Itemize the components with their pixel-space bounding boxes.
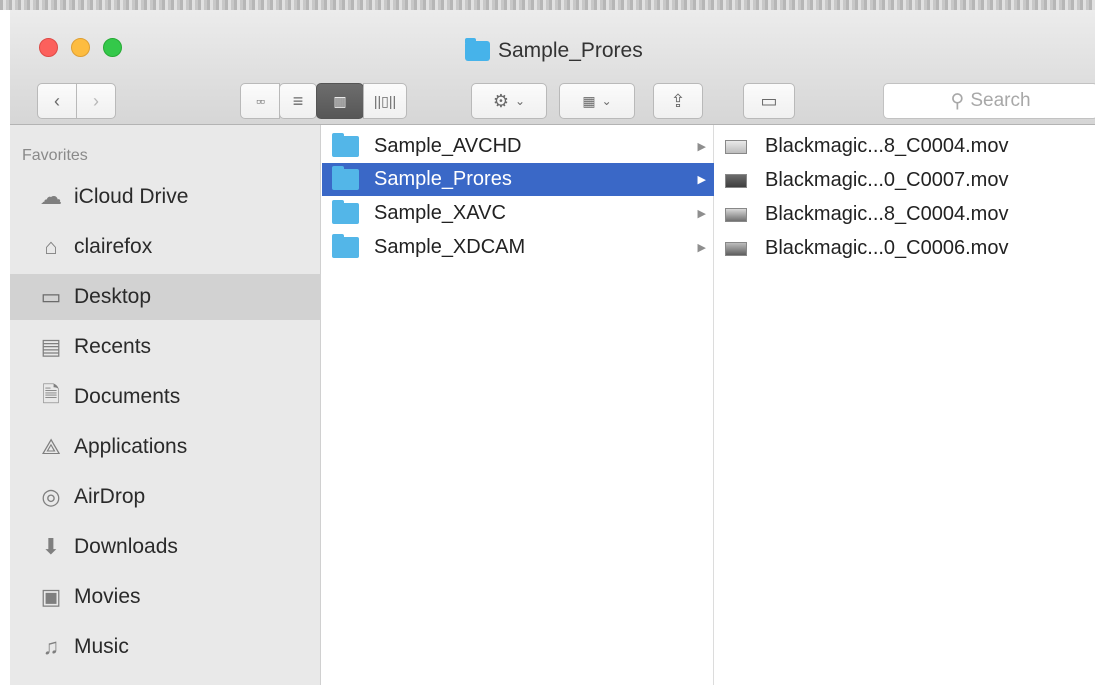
video-file-icon	[725, 139, 747, 154]
file-row[interactable]: Blackmagic...8_C0004.mov	[725, 198, 1090, 231]
folder-icon	[332, 200, 359, 224]
folder-row-sample-xdcam[interactable]: Sample_XDCAM ▶	[332, 231, 714, 264]
folder-name: Sample_Prores	[374, 168, 512, 190]
close-button[interactable]	[39, 38, 58, 57]
list-icon: ≡	[292, 90, 304, 111]
file-name: Blackmagic...0_C0006.mov	[765, 237, 1009, 259]
share-icon: ⇪	[670, 90, 686, 111]
gear-icon: ⚙	[492, 90, 510, 111]
folder-row-sample-xavc[interactable]: Sample_XAVC ▶	[332, 197, 714, 230]
sidebar-item-label: Recents	[74, 335, 152, 358]
folder-name: Sample_XAVC	[374, 202, 506, 224]
folder-icon	[332, 234, 359, 258]
disclosure-arrow-icon: ▶	[697, 174, 706, 186]
sidebar-item-label: Documents	[74, 385, 181, 408]
disclosure-arrow-icon: ▶	[697, 141, 706, 153]
folder-column: Sample_AVCHD ▶ Sample_Prores ▶ Sample_XA…	[322, 125, 714, 685]
folder-row-sample-prores[interactable]: Sample_Prores ▶	[322, 163, 714, 196]
sidebar-item-label: clairefox	[74, 235, 153, 258]
search-icon: ⚲	[950, 90, 965, 112]
chevron-right-icon: ›	[93, 90, 99, 111]
search-placeholder: Search	[970, 90, 1031, 111]
sidebar-item-music[interactable]: ♫ Music	[10, 624, 321, 670]
minimize-button[interactable]	[71, 38, 90, 57]
desktop-icon: ▭	[40, 284, 62, 309]
window-title-text: Sample_Prores	[498, 39, 643, 62]
cover-flow-icon: ||▯||	[373, 92, 397, 109]
sidebar-section-label: Favorites	[22, 147, 88, 164]
file-name: Blackmagic...0_C0007.mov	[765, 169, 1009, 191]
list-view-button[interactable]: ≡	[279, 83, 317, 119]
chevron-down-icon: ⌄	[515, 94, 526, 108]
grid-icon: ▫▫	[256, 93, 265, 109]
back-button[interactable]: ‹	[37, 83, 77, 119]
recents-icon: ▤	[40, 334, 62, 359]
chevron-down-icon: ⌄	[601, 94, 612, 108]
tag-button[interactable]: ▭	[743, 83, 795, 119]
sidebar-item-movies[interactable]: ▣ Movies	[10, 574, 321, 620]
icon-view-button[interactable]: ▫▫	[240, 83, 280, 119]
sidebar-item-label: Music	[74, 635, 129, 658]
sidebar-item-airdrop[interactable]: ◎ AirDrop	[10, 474, 321, 520]
video-file-icon	[725, 173, 747, 188]
sidebar-item-documents[interactable]: 🗎 Documents	[10, 374, 321, 420]
disclosure-arrow-icon: ▶	[697, 208, 706, 220]
folder-name: Sample_XDCAM	[374, 236, 526, 258]
applications-icon: ⟁	[41, 434, 61, 459]
sidebar-item-clairefox[interactable]: ⌂ clairefox	[10, 224, 321, 270]
airdrop-icon: ◎	[41, 484, 61, 509]
file-column: Blackmagic...8_C0004.mov Blackmagic...0_…	[715, 125, 1095, 685]
sidebar-item-label: Downloads	[74, 535, 178, 558]
sidebar: Favorites ☁ iCloud Drive ⌂ clairefox ▭ D…	[10, 125, 321, 685]
share-button[interactable]: ⇪	[653, 83, 703, 119]
sidebar-item-downloads[interactable]: ⬇ Downloads	[10, 524, 321, 570]
file-row[interactable]: Blackmagic...0_C0007.mov	[725, 164, 1090, 197]
folder-icon	[465, 38, 490, 61]
action-menu-button[interactable]: ⚙ ⌄	[471, 83, 547, 119]
sidebar-item-desktop[interactable]: ▭ Desktop	[10, 274, 321, 320]
movies-icon: ▣	[40, 584, 62, 609]
finder-window: Sample_Prores ‹ › ▫▫ ≡ ▥ ||▯|| ⚙ ⌄ ▦ ⌄ ⇪	[0, 0, 1095, 685]
sidebar-item-label: AirDrop	[74, 485, 146, 508]
downloads-icon: ⬇	[41, 534, 61, 559]
file-name: Blackmagic...8_C0004.mov	[765, 203, 1009, 225]
sidebar-item-applications[interactable]: ⟁ Applications	[10, 424, 321, 470]
chevron-left-icon: ‹	[54, 90, 60, 111]
sidebar-item-label: Movies	[74, 585, 141, 608]
arrange-icon: ▦	[582, 92, 596, 109]
window-top-edge	[0, 0, 1095, 10]
video-file-icon	[725, 207, 747, 222]
forward-button[interactable]: ›	[76, 83, 116, 119]
file-name: Blackmagic...8_C0004.mov	[765, 135, 1009, 157]
sidebar-item-label: iCloud Drive	[74, 185, 189, 208]
window-title: Sample_Prores	[465, 37, 643, 65]
zoom-button[interactable]	[103, 38, 122, 57]
sidebar-item-label: Applications	[74, 435, 188, 458]
cover-flow-button[interactable]: ||▯||	[363, 83, 407, 119]
folder-icon	[332, 133, 359, 157]
sidebar-item-icloud-drive[interactable]: ☁ iCloud Drive	[10, 174, 321, 220]
cloud-icon: ☁	[40, 184, 62, 209]
disclosure-arrow-icon: ▶	[697, 242, 706, 254]
video-file-icon	[725, 241, 747, 256]
home-icon: ⌂	[44, 234, 58, 259]
folder-name: Sample_AVCHD	[374, 135, 522, 157]
tag-icon: ▭	[760, 90, 778, 111]
columns-icon: ▥	[333, 92, 347, 109]
file-row[interactable]: Blackmagic...8_C0004.mov	[725, 130, 1090, 163]
sidebar-item-recents[interactable]: ▤ Recents	[10, 324, 321, 370]
music-icon: ♫	[42, 634, 60, 659]
sidebar-item-label: Desktop	[74, 285, 152, 308]
file-row[interactable]: Blackmagic...0_C0006.mov	[725, 232, 1090, 265]
folder-icon	[332, 166, 359, 190]
column-view-button[interactable]: ▥	[316, 83, 364, 119]
arrange-button[interactable]: ▦ ⌄	[559, 83, 635, 119]
folder-row-sample-avchd[interactable]: Sample_AVCHD ▶	[332, 130, 714, 163]
title-bar: Sample_Prores ‹ › ▫▫ ≡ ▥ ||▯|| ⚙ ⌄ ▦ ⌄ ⇪	[10, 10, 1095, 125]
documents-icon: 🗎	[42, 382, 60, 407]
search-field[interactable]: ⚲ Search	[883, 83, 1095, 119]
